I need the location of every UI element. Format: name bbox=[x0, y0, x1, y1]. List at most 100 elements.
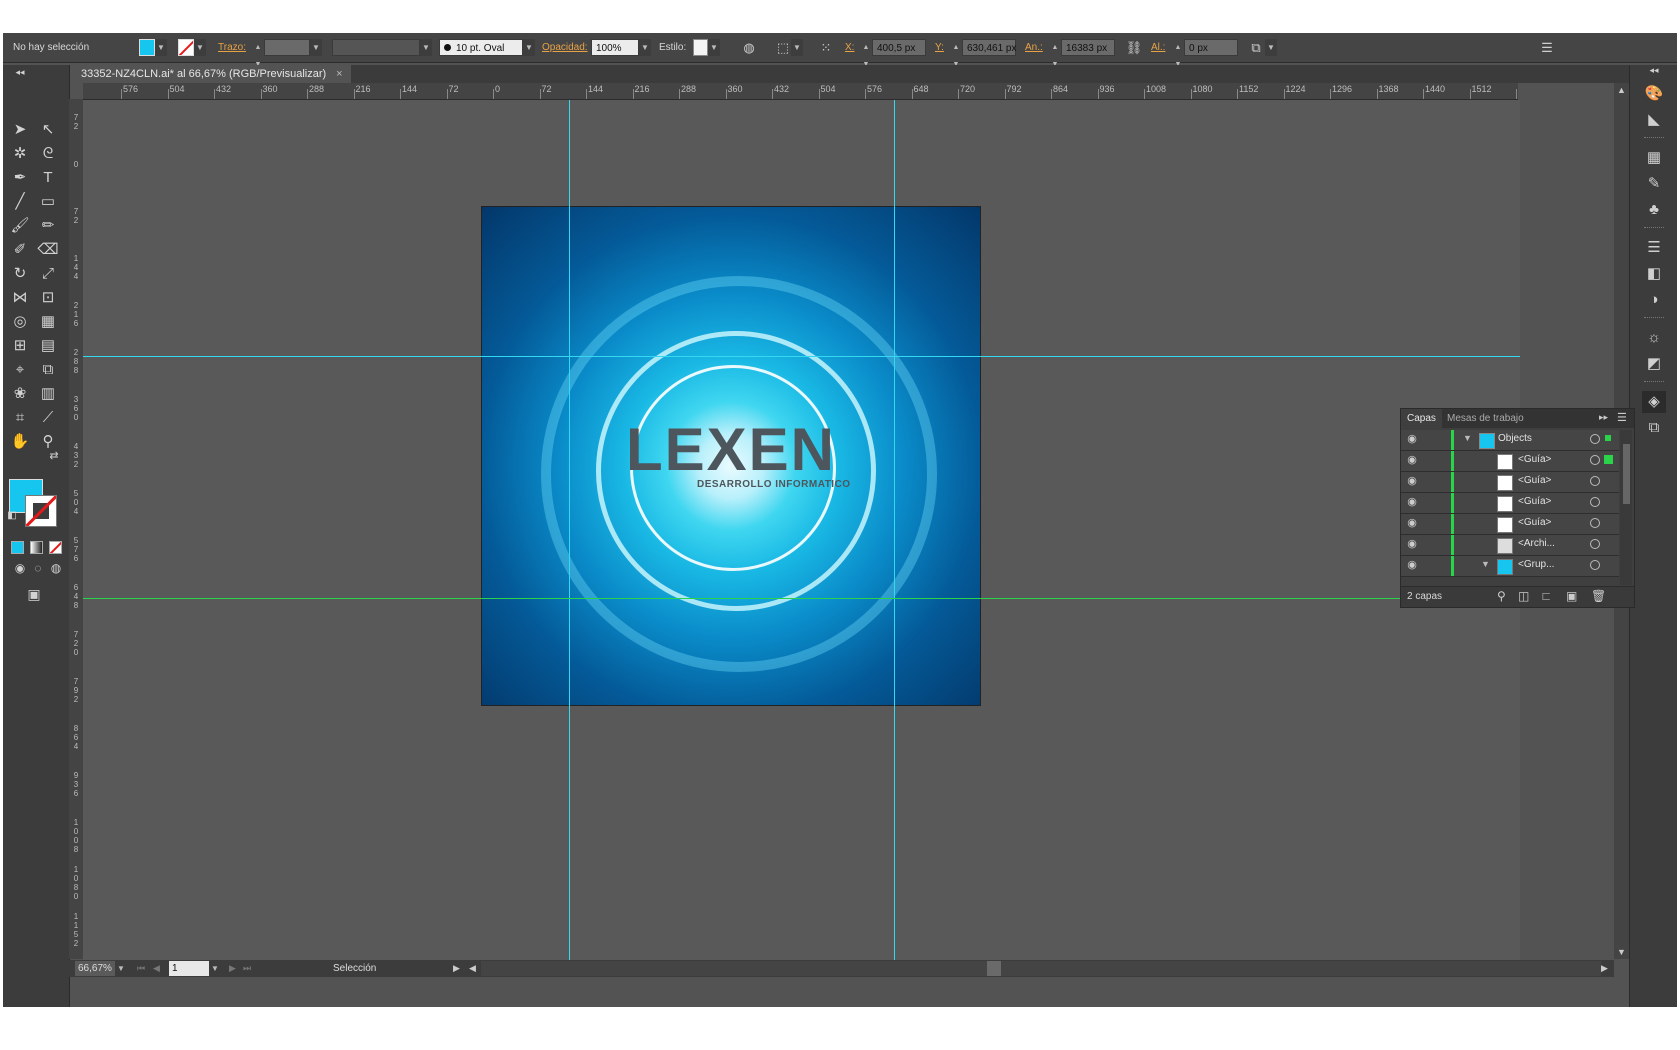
y-label[interactable]: Y: bbox=[935, 39, 944, 56]
eyedropper-tool-icon[interactable]: ⌖ bbox=[7, 359, 33, 381]
column-graph-tool-icon[interactable]: ▥ bbox=[35, 383, 61, 405]
color-guide-panel-icon[interactable]: ◣ bbox=[1642, 109, 1666, 131]
stroke-weight-stepper[interactable]: ▲▼ bbox=[253, 39, 263, 68]
stroke-weight-dropdown[interactable]: ▼ bbox=[310, 39, 322, 56]
scale-tool-icon[interactable]: ⤢ bbox=[35, 263, 61, 285]
gradient-panel-icon[interactable]: ◧ bbox=[1642, 263, 1666, 285]
line-tool-icon[interactable]: ╱ bbox=[7, 191, 33, 213]
layer-row-guide[interactable]: ◉ <Guía> bbox=[1401, 493, 1619, 514]
target-circle-icon[interactable] bbox=[1590, 497, 1600, 507]
visibility-eye-icon[interactable]: ◉ bbox=[1405, 495, 1419, 508]
align-to-icon[interactable]: ⬚ bbox=[775, 39, 791, 56]
y-field[interactable]: 630,461 px bbox=[962, 39, 1017, 56]
tools-collapse-icon[interactable]: ◂◂ bbox=[7, 65, 33, 79]
document-tab[interactable]: 33352-NZ4CLN.ai* al 66,67% (RGB/Previsua… bbox=[73, 65, 351, 83]
delete-layer-icon[interactable]: 🗑 bbox=[1591, 589, 1606, 603]
mesh-tool-icon[interactable]: ⊞ bbox=[7, 335, 33, 357]
target-circle-icon[interactable] bbox=[1590, 539, 1600, 549]
tab-artboards[interactable]: Mesas de trabajo bbox=[1441, 409, 1530, 428]
target-circle-icon[interactable] bbox=[1590, 560, 1600, 570]
blend-tool-icon[interactable]: ⧉ bbox=[35, 359, 61, 381]
free-transform-tool-icon[interactable]: ⊡ bbox=[35, 287, 61, 309]
paintbrush-tool-icon[interactable]: 🖌 bbox=[7, 215, 33, 237]
symbols-panel-icon[interactable]: ♣ bbox=[1642, 199, 1666, 221]
layer-row-objects[interactable]: ◉ ▼ Objects bbox=[1401, 430, 1619, 451]
rectangle-tool-icon[interactable]: ▭ bbox=[35, 191, 61, 213]
layer-row-archive[interactable]: ◉ <Archi... bbox=[1401, 535, 1619, 556]
stroke-weight-field[interactable] bbox=[264, 39, 310, 56]
canvas-area[interactable]: LEXEN DESARROLLO INFORMATICO bbox=[83, 100, 1520, 960]
expand-triangle-icon[interactable]: ▼ bbox=[1481, 559, 1490, 569]
layer-row-guide[interactable]: ◉ <Guía> bbox=[1401, 472, 1619, 493]
last-artboard-icon[interactable]: ⏭ bbox=[243, 961, 251, 976]
target-circle-icon[interactable] bbox=[1590, 455, 1600, 465]
stroke-dropdown[interactable]: ▼ bbox=[194, 39, 206, 56]
create-sublayer-icon[interactable]: ⊏ bbox=[1541, 589, 1551, 603]
layer-row-guide[interactable]: ◉ <Guía> bbox=[1401, 514, 1619, 535]
constrain-proportions-icon[interactable]: ⛓ bbox=[1125, 39, 1143, 56]
brush-dropdown[interactable]: ▼ bbox=[523, 39, 535, 56]
layers-panel-icon[interactable]: ◈ bbox=[1642, 391, 1666, 413]
width-field[interactable]: 16383 px bbox=[1061, 39, 1115, 56]
hand-tool-icon[interactable]: ✋ bbox=[7, 431, 33, 453]
style-swatch[interactable] bbox=[693, 39, 708, 56]
target-circle-icon[interactable] bbox=[1590, 434, 1600, 444]
scroll-right-icon[interactable]: ▶ bbox=[1601, 961, 1608, 976]
artboard-number-dropdown[interactable]: ▼ bbox=[209, 961, 221, 976]
target-circle-icon[interactable] bbox=[1590, 476, 1600, 486]
blob-brush-tool-icon[interactable]: ✐ bbox=[7, 239, 33, 261]
opacity-field[interactable]: 100% bbox=[591, 39, 639, 56]
dock-expand-icon[interactable]: ◂◂ bbox=[1642, 63, 1666, 77]
artboards-panel-icon[interactable]: ⧉ bbox=[1642, 417, 1666, 439]
transform-options-icon[interactable]: ⧉ bbox=[1247, 39, 1265, 56]
variable-width-dropdown[interactable]: ▼ bbox=[420, 39, 432, 56]
recolor-artwork-icon[interactable]: ◍ bbox=[741, 39, 757, 56]
create-layer-icon[interactable]: ▣ bbox=[1566, 589, 1577, 603]
opacity-label[interactable]: Opacidad: bbox=[542, 39, 588, 56]
lasso-tool-icon[interactable]: ᘓ bbox=[35, 143, 61, 165]
symbol-sprayer-tool-icon[interactable]: ❀ bbox=[7, 383, 33, 405]
artboard-tool-icon[interactable]: ⌗ bbox=[7, 407, 33, 429]
document-tab-close[interactable]: × bbox=[336, 68, 342, 80]
brushes-panel-icon[interactable]: ✎ bbox=[1642, 173, 1666, 195]
status-menu-icon[interactable]: ▶ bbox=[453, 961, 460, 976]
next-artboard-icon[interactable]: ▶ bbox=[229, 961, 236, 976]
direct-selection-tool-icon[interactable]: ↖ bbox=[35, 119, 61, 141]
x-label[interactable]: X: bbox=[845, 39, 854, 56]
tab-layers[interactable]: Capas bbox=[1401, 409, 1442, 428]
color-mode-button[interactable] bbox=[11, 541, 24, 554]
slice-tool-icon[interactable]: ⟋ bbox=[35, 407, 61, 429]
visibility-eye-icon[interactable]: ◉ bbox=[1405, 516, 1419, 529]
stroke-swatch[interactable] bbox=[178, 39, 194, 56]
magic-wand-tool-icon[interactable]: ✲ bbox=[7, 143, 33, 165]
artboard[interactable]: LEXEN DESARROLLO INFORMATICO bbox=[482, 207, 980, 705]
pen-tool-icon[interactable]: ✒ bbox=[7, 167, 33, 189]
visibility-eye-icon[interactable]: ◉ bbox=[1405, 474, 1419, 487]
rotate-tool-icon[interactable]: ↻ bbox=[7, 263, 33, 285]
default-fill-stroke-icon[interactable]: ◧ bbox=[3, 505, 25, 527]
selection-tool-icon[interactable]: ➤ bbox=[7, 119, 33, 141]
layer-row-group[interactable]: ◉ ▼ <Grup... bbox=[1401, 556, 1619, 577]
width-label[interactable]: An.: bbox=[1025, 39, 1043, 56]
visibility-eye-icon[interactable]: ◉ bbox=[1405, 453, 1419, 466]
visibility-eye-icon[interactable]: ◉ bbox=[1405, 432, 1419, 445]
height-field[interactable]: 0 px bbox=[1184, 39, 1238, 56]
reference-point-icon[interactable]: ⁙ bbox=[817, 39, 835, 56]
panel-options-icon[interactable]: ☰ bbox=[1617, 411, 1627, 424]
align-to-dropdown[interactable]: ▼ bbox=[791, 39, 803, 56]
type-tool-icon[interactable]: T bbox=[35, 167, 61, 189]
vertical-guide[interactable] bbox=[569, 100, 570, 960]
visibility-eye-icon[interactable]: ◉ bbox=[1405, 537, 1419, 550]
screen-mode-icon[interactable]: ▣ bbox=[21, 583, 47, 605]
visibility-eye-icon[interactable]: ◉ bbox=[1405, 558, 1419, 571]
horizontal-scrollbar[interactable] bbox=[481, 961, 1601, 976]
pencil-tool-icon[interactable]: ✏ bbox=[35, 215, 61, 237]
expand-triangle-icon[interactable]: ▼ bbox=[1463, 433, 1472, 443]
variable-width-field[interactable] bbox=[332, 39, 420, 56]
width-stepper[interactable]: ▲▼ bbox=[1050, 39, 1060, 68]
gradient-tool-icon[interactable]: ▤ bbox=[35, 335, 61, 357]
height-stepper[interactable]: ▲▼ bbox=[1173, 39, 1183, 68]
scroll-down-icon[interactable]: ▼ bbox=[1614, 945, 1629, 959]
brush-field[interactable]: 10 pt. Oval bbox=[439, 39, 523, 56]
shape-builder-tool-icon[interactable]: ◎ bbox=[7, 311, 33, 333]
